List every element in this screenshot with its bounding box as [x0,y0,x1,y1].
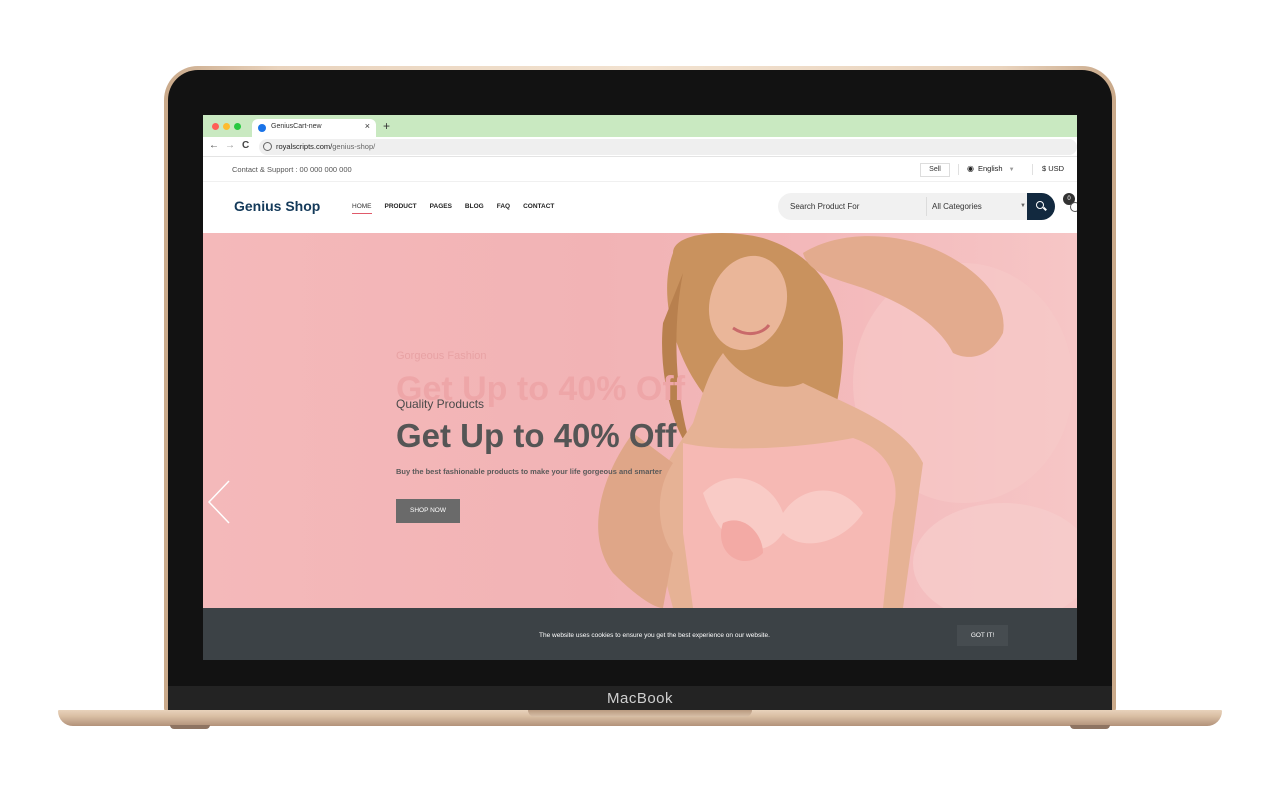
browser-tab[interactable]: GeniusCart-new × [252,119,376,137]
shop-now-button[interactable]: SHOP NOW [396,499,460,523]
cookie-consent-bar: The website uses cookies to ensure you g… [203,608,1077,660]
hero-subtitle: Quality Products [396,397,485,411]
nav-home[interactable]: HOME [352,203,372,214]
laptop-foot [1070,725,1110,729]
browser-tab-bar: GeniusCart-new × + [203,115,1077,137]
divider [926,197,927,216]
top-info-bar: Contact & Support : 00 000 000 000 Sell … [203,157,1077,182]
search-icon-handle [1043,206,1047,211]
laptop-hinge-notch [528,710,752,717]
laptop-brand: MacBook [606,690,674,707]
favicon-icon [258,124,266,132]
language-label: English [977,164,1003,173]
chevron-down-icon: ▼ [1020,203,1026,209]
contact-support-text: Contact & Support : 00 000 000 000 [232,165,352,174]
laptop-screen: GeniusCart-new × + ← → C royalscripts.co… [203,115,1077,660]
minimize-window-button[interactable] [223,123,230,130]
currency-selector[interactable]: $ USD [1042,164,1064,173]
language-selector[interactable]: ◉ English ▼ [967,164,1015,173]
url-text: royalscripts.com/genius-shop/ [276,142,375,151]
url-host: royalscripts.com/ [276,142,333,151]
site-header: Genius Shop HOME PRODUCT PAGES BLOG FAQ CONTA… [203,182,1077,233]
hero-slider: Gorgeous Fashion Get Up to 40% Off Quali… [203,233,1077,608]
nav-blog[interactable]: BLOG [465,203,484,210]
chevron-left-icon[interactable] [207,479,231,525]
globe-icon: ◉ [967,164,974,173]
forward-button[interactable]: → [225,140,235,151]
nav-contact[interactable]: CONTACT [523,203,554,210]
lock-icon [263,142,272,151]
nav-product[interactable]: PRODUCT [385,203,417,210]
address-bar-row: ← → C royalscripts.com/genius-shop/ [203,137,1077,157]
search-input[interactable]: Search Product For [790,202,859,211]
back-button[interactable]: ← [209,140,219,151]
chevron-down-icon: ▼ [1008,167,1015,173]
laptop-foot [170,725,210,729]
main-nav: HOME PRODUCT PAGES BLOG FAQ CONTACT [352,203,567,214]
nav-faq[interactable]: FAQ [497,203,510,210]
sell-button[interactable]: Sell [920,163,950,177]
hero-title: Get Up to 40% Off [396,417,677,454]
hero-description: Buy the best fashionable products to mak… [396,467,662,476]
search-button[interactable] [1027,193,1055,220]
close-window-button[interactable] [212,123,219,130]
divider [958,164,959,175]
maximize-window-button[interactable] [234,123,241,130]
reload-button[interactable]: C [242,140,249,151]
tab-close-button[interactable]: × [365,121,370,131]
category-select[interactable]: All Categories [932,202,982,211]
hero-ghost-subtitle: Gorgeous Fashion [396,350,487,362]
url-field[interactable]: royalscripts.com/genius-shop/ [259,139,1077,155]
cart-icon[interactable] [1070,202,1077,212]
new-tab-button[interactable]: + [383,119,390,133]
cookie-accept-button[interactable]: GOT IT! [957,625,1008,646]
cookie-message: The website uses cookies to ensure you g… [539,632,770,639]
site-logo[interactable]: Genius Shop [234,198,320,214]
url-path: genius-shop/ [332,142,376,151]
divider [1032,164,1033,175]
tab-title: GeniusCart-new [271,123,322,130]
search-bar: Search Product For All Categories ▼ [778,193,1055,220]
nav-pages[interactable]: PAGES [430,203,452,210]
